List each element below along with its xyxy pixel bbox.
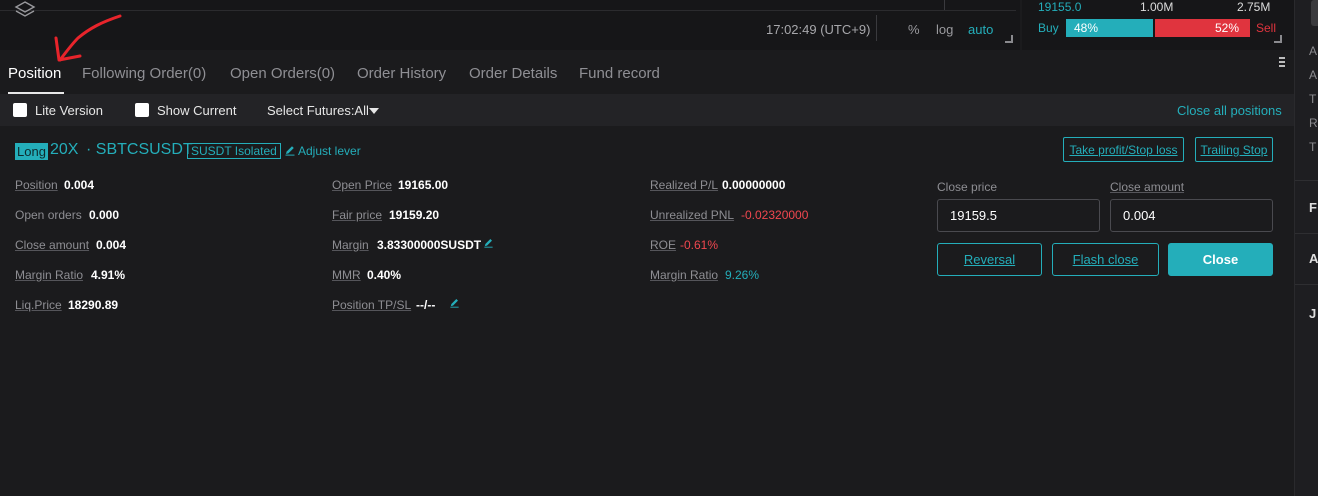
roe-value: -0.61%	[680, 238, 719, 252]
fair-price-label: Fair price	[332, 208, 383, 222]
take-profit-stop-loss-button[interactable]: Take profit/Stop loss	[1063, 137, 1184, 162]
sidebar-item[interactable]: R	[1309, 116, 1318, 130]
unrealized-pnl-label: Unrealized PNL	[650, 208, 735, 222]
position-size-value: 0.004	[64, 178, 95, 192]
sidebar-section[interactable]: A	[1309, 251, 1318, 266]
leverage: 20X	[50, 141, 79, 158]
position-card	[0, 126, 1294, 496]
close-all-positions-link[interactable]: Close all positions	[1177, 103, 1282, 118]
sidebar-divider	[1295, 284, 1318, 285]
sidebar-item[interactable]: T	[1309, 92, 1316, 106]
tab-bar: Position Following Order(0) Open Orders(…	[0, 54, 1294, 94]
resize-handle[interactable]	[1005, 35, 1013, 43]
margin-value: 3.83300000SUSDT	[377, 238, 482, 252]
close-button[interactable]: Close	[1168, 243, 1273, 276]
margin-ratio-value: 9.26%	[725, 268, 760, 282]
percent-scale-toggle[interactable]: %	[908, 22, 920, 37]
mmr-label: MMR	[332, 268, 361, 282]
open-price-value: 19165.00	[398, 178, 449, 192]
chevron-down-icon[interactable]	[369, 108, 379, 114]
auto-scale-toggle[interactable]: auto	[968, 22, 993, 37]
margin-mode-badge: SUSDT Isolated	[187, 143, 281, 159]
chart-axis-line	[0, 10, 1016, 11]
margin-label: Margin	[332, 238, 369, 252]
tab-order-details[interactable]: Order Details	[469, 65, 557, 82]
reversal-button[interactable]: Reversal	[937, 243, 1042, 276]
edit-tpsl-icon[interactable]	[449, 297, 460, 308]
realized-pl-label: Realized P/L	[650, 178, 719, 192]
fair-price-value: 19159.20	[389, 208, 440, 222]
position-tpsl-label: Position TP/SL	[332, 298, 412, 312]
filter-bar: Lite Version Show Current Select Futures…	[0, 94, 1294, 126]
buy-percent: 48%	[1074, 21, 1099, 35]
log-scale-toggle[interactable]: log	[936, 22, 953, 37]
close-amount-input[interactable]: 0.004	[1110, 199, 1273, 232]
margin-ratio-label: Margin Ratio	[650, 268, 719, 282]
trailing-stop-button[interactable]: Trailing Stop	[1195, 137, 1273, 162]
show-current-label[interactable]: Show Current	[157, 103, 236, 118]
sidebar-section[interactable]: J	[1309, 306, 1316, 321]
close-amount-label: Close amount	[15, 238, 90, 252]
orderbook-volume: 1.00M	[1140, 0, 1174, 14]
open-orders-value: 0.000	[89, 208, 120, 222]
lite-version-checkbox[interactable]	[13, 103, 27, 117]
orderbook-price: 19155.0	[1038, 0, 1082, 14]
buy-label: Buy	[1038, 21, 1059, 35]
resize-handle[interactable]	[1274, 35, 1282, 43]
tab-order-history[interactable]: Order History	[357, 65, 446, 82]
annotation-arrow-icon	[54, 14, 122, 62]
close-amount-input-label: Close amount	[1110, 180, 1185, 194]
liq-price-value: 18290.89	[68, 298, 119, 312]
layers-icon[interactable]	[14, 0, 36, 22]
chart-divider	[876, 15, 877, 41]
sidebar-button[interactable]	[1311, 0, 1318, 26]
sidebar-item[interactable]: T	[1309, 140, 1316, 154]
liq-price-label: Liq.Price	[15, 298, 62, 312]
orderbook-total: 2.75M	[1237, 0, 1271, 14]
position-tpsl-value: --/--	[416, 298, 436, 312]
sell-label: Sell	[1256, 21, 1277, 35]
edit-icon[interactable]	[284, 144, 296, 156]
edit-margin-icon[interactable]	[483, 237, 494, 248]
tab-fund-record[interactable]: Fund record	[579, 65, 660, 82]
close-price-input[interactable]: 19159.5	[937, 199, 1100, 232]
close-amount-value: 0.004	[96, 238, 127, 252]
roe-label: ROE	[650, 238, 677, 252]
adjust-lever-link[interactable]: Adjust lever	[298, 144, 361, 158]
mmr-value: 0.40%	[367, 268, 402, 282]
open-price-label: Open Price	[332, 178, 393, 192]
lite-version-label[interactable]: Lite Version	[35, 103, 103, 118]
menu-icon[interactable]	[1279, 57, 1287, 67]
sidebar-section[interactable]: F	[1309, 200, 1317, 215]
flash-close-button[interactable]: Flash close	[1052, 243, 1159, 276]
position-size-label: Position	[15, 178, 58, 192]
direction-badge: Long	[15, 143, 48, 160]
close-price-label: Close price	[937, 180, 998, 194]
sidebar-divider	[1295, 233, 1318, 234]
right-sidebar: A A T R T F A J	[1294, 0, 1318, 496]
symbol: · SBTCSUSDT	[86, 141, 193, 158]
sidebar-item[interactable]: A	[1309, 68, 1317, 82]
select-futures-dropdown[interactable]: Select Futures:All	[267, 103, 369, 118]
show-current-checkbox[interactable]	[135, 103, 149, 117]
sidebar-divider	[1295, 180, 1318, 181]
margin-ratio-value: 4.91%	[91, 268, 126, 282]
chart-tick	[944, 0, 945, 10]
margin-ratio-label: Margin Ratio	[15, 268, 84, 282]
sidebar-item[interactable]: A	[1309, 44, 1317, 58]
open-orders-label: Open orders	[15, 208, 82, 222]
sell-percent: 52%	[1215, 21, 1240, 35]
unrealized-pnl-value: -0.02320000	[741, 208, 809, 222]
tab-open-orders[interactable]: Open Orders(0)	[230, 65, 335, 82]
chart-time: 17:02:49 (UTC+9)	[766, 22, 871, 37]
realized-pl-value: 0.00000000	[722, 178, 786, 192]
